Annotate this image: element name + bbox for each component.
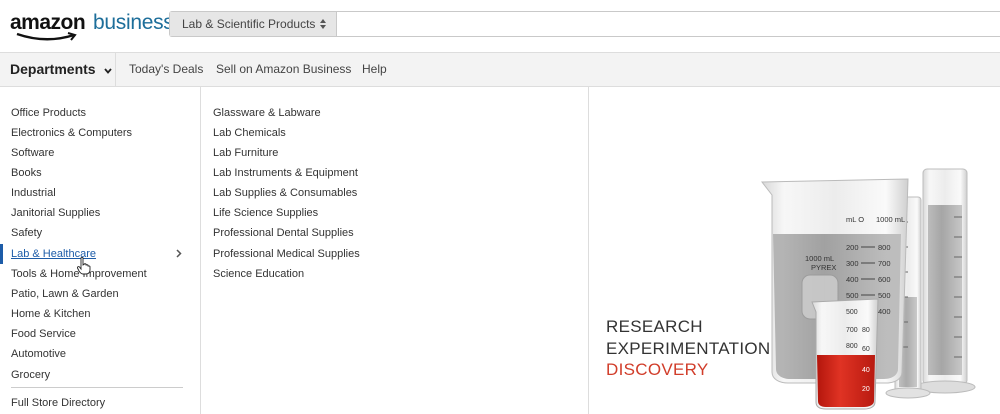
dept-item[interactable]: Books [11, 163, 42, 183]
promo-line-experimentation: EXPERIMENTATION [606, 339, 771, 358]
svg-text:20: 20 [862, 386, 870, 393]
svg-text:500: 500 [878, 291, 891, 300]
promo-line-research: RESEARCH [606, 317, 703, 336]
svg-text:1000 mL: 1000 mL [805, 254, 834, 263]
chevron-down-icon [102, 66, 113, 77]
subcategory-item[interactable]: Lab Chemicals [213, 123, 286, 143]
svg-text:mL O: mL O [846, 215, 864, 224]
dept-item[interactable]: Grocery [11, 365, 50, 385]
full-store-directory-link[interactable]: Full Store Directory [11, 393, 105, 413]
subcategory-item[interactable]: Lab Furniture [213, 143, 278, 163]
svg-text:700: 700 [878, 259, 891, 268]
svg-text:400: 400 [878, 307, 891, 316]
search-bar[interactable]: Lab & Scientific Products [169, 11, 1000, 37]
svg-text:40: 40 [862, 367, 870, 374]
subcategory-item[interactable]: Professional Medical Supplies [213, 244, 360, 264]
smile-arrow-icon [16, 32, 77, 41]
dept-item[interactable]: Safety [11, 223, 42, 243]
nav-link-todays-deals[interactable]: Today's Deals [129, 53, 203, 86]
svg-text:400: 400 [846, 275, 859, 284]
nav-bar: Departments Today's Deals Sell on Amazon… [0, 52, 1000, 87]
subcategory-item[interactable]: Lab Instruments & Equipment [213, 163, 358, 183]
dept-item[interactable]: Food Service [11, 324, 76, 344]
svg-text:300: 300 [846, 259, 859, 268]
amazon-business-logo[interactable]: amazon business [10, 8, 174, 41]
svg-text:60: 60 [862, 346, 870, 353]
svg-text:PYREX: PYREX [811, 263, 836, 272]
dept-item[interactable]: Home & Kitchen [11, 304, 90, 324]
svg-text:700: 700 [846, 327, 858, 334]
active-indicator [0, 244, 3, 264]
promo-banner[interactable]: 1000 mL PYREX mL O 1000 mL 200 800 300 700… [590, 87, 1000, 414]
dept-item[interactable]: Electronics & Computers [11, 123, 132, 143]
logo-word-business: business [93, 11, 174, 34]
search-category-label: Lab & Scientific Products [182, 17, 316, 31]
departments-button[interactable]: Departments [0, 53, 116, 86]
promo-line-discovery: DISCOVERY [606, 360, 709, 379]
svg-text:80: 80 [862, 327, 870, 334]
chevron-right-icon [176, 244, 182, 264]
dept-item[interactable]: Office Products [11, 103, 86, 123]
dept-item[interactable]: Software [11, 143, 54, 163]
svg-text:800: 800 [846, 343, 858, 350]
dept-item[interactable]: Patio, Lawn & Garden [11, 284, 119, 304]
top-bar: amazon business Lab & Scientific Product… [0, 0, 1000, 52]
svg-text:600: 600 [878, 275, 891, 284]
subcategory-item[interactable]: Life Science Supplies [213, 203, 318, 223]
nav-link-help[interactable]: Help [362, 53, 387, 86]
departments-menu: Office Products Electronics & Computers … [0, 87, 201, 414]
svg-text:800: 800 [878, 243, 891, 252]
subcategory-item[interactable]: Glassware & Labware [213, 103, 321, 123]
subcategory-item[interactable]: Science Education [213, 264, 304, 284]
select-arrows-icon [320, 12, 326, 36]
subcategory-item[interactable]: Professional Dental Supplies [213, 223, 354, 243]
subcategory-menu: Glassware & Labware Lab Chemicals Lab Fu… [201, 87, 589, 414]
dept-item[interactable]: Janitorial Supplies [11, 203, 100, 223]
nav-link-sell[interactable]: Sell on Amazon Business [216, 53, 351, 86]
svg-text:1000 mL: 1000 mL [876, 215, 905, 224]
svg-text:500: 500 [846, 291, 859, 300]
divider [11, 387, 183, 388]
search-category-select[interactable]: Lab & Scientific Products [170, 12, 337, 36]
svg-text:200: 200 [846, 243, 859, 252]
departments-label: Departments [10, 61, 96, 77]
svg-text:500: 500 [846, 309, 858, 316]
hand-cursor-icon [77, 257, 91, 275]
dept-item[interactable]: Industrial [11, 183, 56, 203]
dept-item[interactable]: Automotive [11, 344, 66, 364]
subcategory-item[interactable]: Lab Supplies & Consumables [213, 183, 357, 203]
